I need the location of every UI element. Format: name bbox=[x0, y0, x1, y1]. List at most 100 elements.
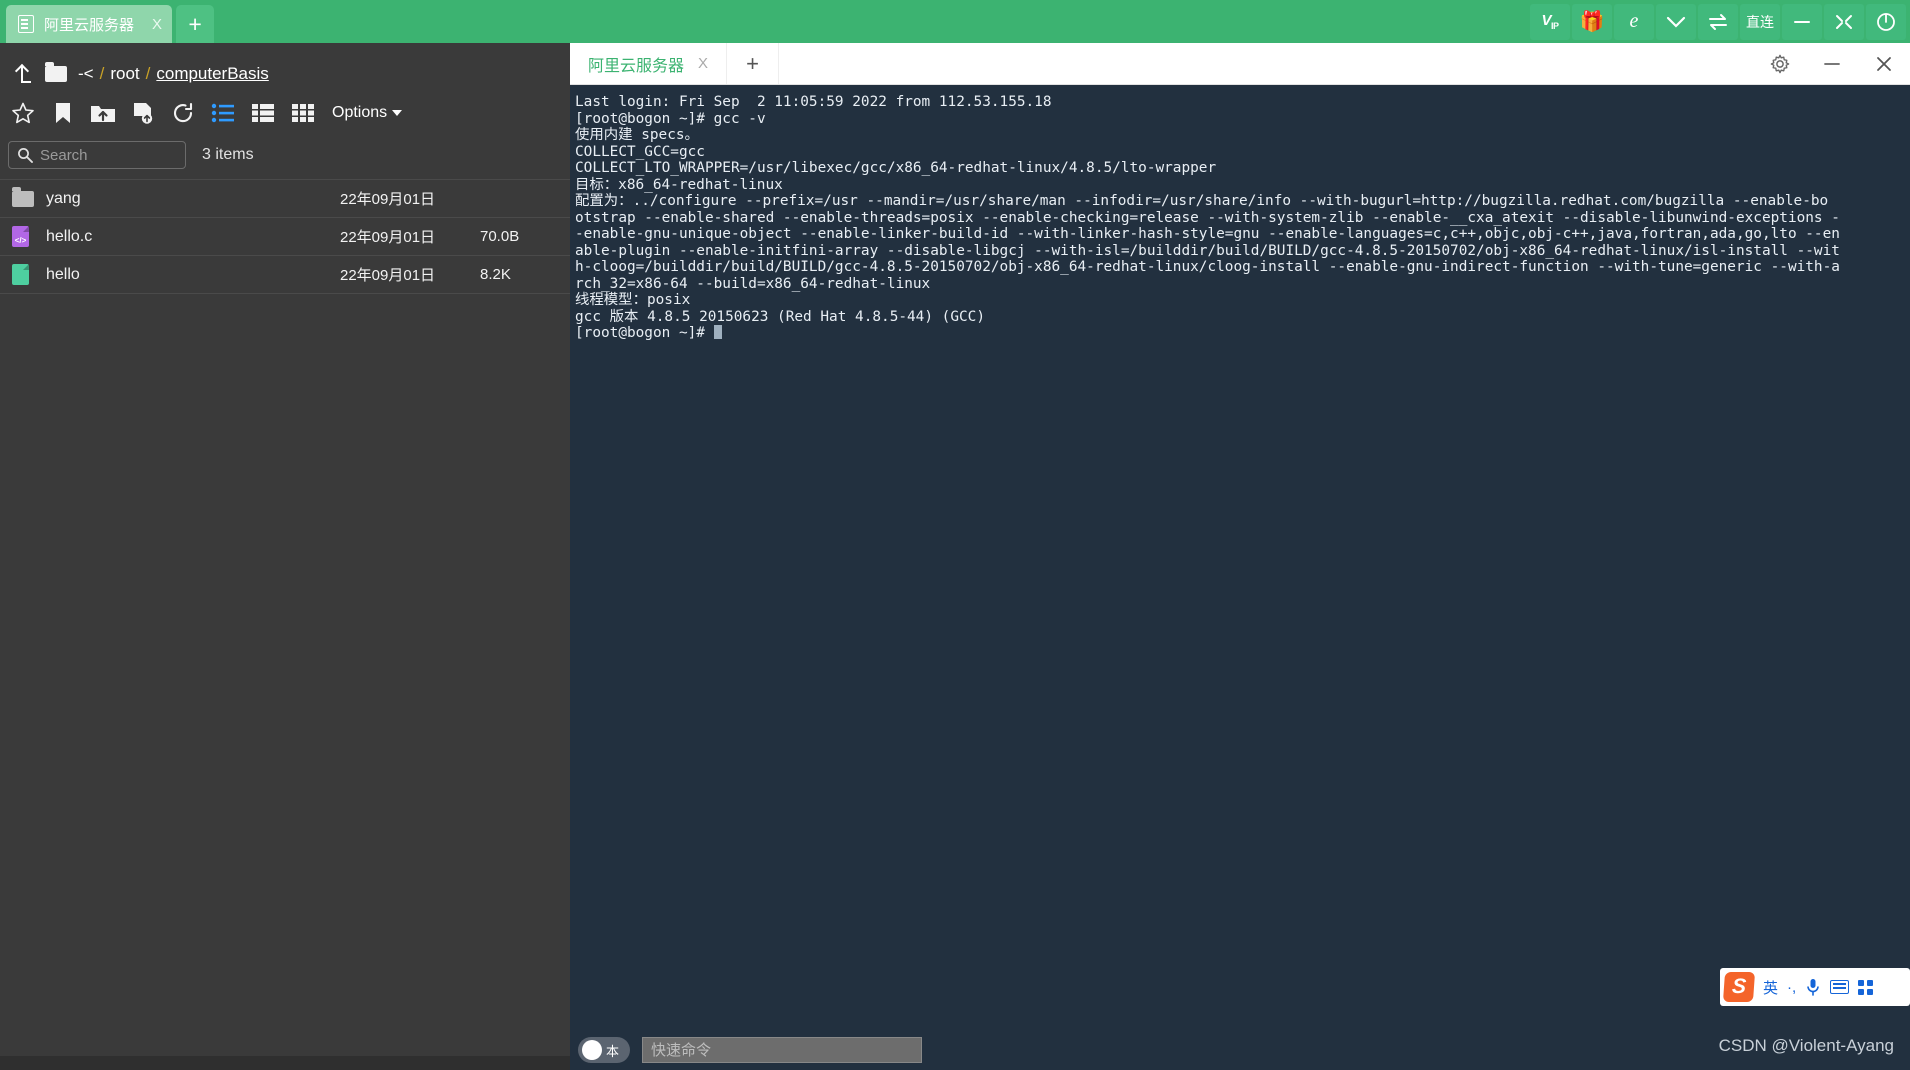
terminal-line: 使用内建 specs。 bbox=[575, 127, 699, 143]
status-strip bbox=[0, 1056, 570, 1070]
terminal-tab-aliyun[interactable]: 阿里云服务器 X bbox=[570, 43, 728, 84]
sogou-logo-icon: S bbox=[1722, 972, 1756, 1002]
terminal-line: able-plugin --enable-initfini-array --di… bbox=[575, 242, 1840, 259]
vip-button[interactable]: VIP bbox=[1530, 3, 1570, 40]
server-icon bbox=[18, 15, 34, 33]
file-name: hello bbox=[46, 265, 80, 283]
browser-icon: e bbox=[1629, 10, 1639, 32]
chevron-down-icon bbox=[1666, 16, 1686, 28]
terminal-line: 目标：x86_64-redhat-linux bbox=[575, 176, 783, 193]
breadcrumb-root[interactable]: root bbox=[110, 64, 139, 84]
terminal-tabbar: 阿里云服务器 X + bbox=[570, 43, 1910, 85]
file-date: 22年09月01日 bbox=[340, 191, 436, 208]
file-name: hello.c bbox=[46, 227, 93, 245]
browser-button[interactable]: e bbox=[1614, 3, 1654, 40]
vip-sub-label: IP bbox=[1551, 21, 1559, 31]
table-row[interactable]: </> hello.c 22年09月01日 70.0B bbox=[0, 218, 570, 256]
bin-file-icon bbox=[12, 264, 46, 285]
chevron-down-button[interactable] bbox=[1656, 3, 1696, 40]
options-dropdown[interactable]: Options bbox=[332, 104, 403, 122]
breadcrumb-current[interactable]: computerBasis bbox=[156, 64, 268, 84]
ime-menu-button[interactable] bbox=[1858, 979, 1874, 995]
terminal-output[interactable]: Last login: Fri Sep 2 11:05:59 2022 from… bbox=[570, 85, 1910, 1030]
breadcrumb-separator-1: / bbox=[99, 64, 105, 83]
maximize-icon bbox=[1836, 14, 1852, 29]
go-up-icon[interactable] bbox=[14, 63, 34, 85]
quick-command-bar: 本 bbox=[570, 1030, 1910, 1070]
breadcrumb: -< / root / computerBasis bbox=[0, 43, 570, 91]
app-tab-close-icon[interactable]: X bbox=[152, 17, 162, 32]
app-toolbar: VIP 🎁 e 直连 bbox=[1530, 0, 1906, 43]
ime-mode-button[interactable]: 英 bbox=[1763, 977, 1778, 998]
file-size: 70.0B bbox=[480, 228, 520, 245]
breadcrumb-prefix: -< bbox=[78, 64, 94, 83]
search-input[interactable] bbox=[40, 146, 170, 164]
detail-view-icon[interactable] bbox=[250, 100, 276, 126]
file-name: yang bbox=[46, 189, 81, 207]
gear-icon bbox=[1770, 54, 1790, 73]
toggle-knob bbox=[582, 1040, 602, 1060]
close-icon bbox=[1877, 56, 1891, 71]
terminal-line: 线程模型：posix bbox=[575, 292, 691, 308]
terminal-line: rch_32=x86-64 --build=x86_64-redhat-linu… bbox=[575, 275, 931, 292]
terminal-prompt-line: [root@bogon ~]# bbox=[575, 325, 1910, 342]
items-count-label: 3 items bbox=[202, 146, 254, 163]
new-file-icon[interactable] bbox=[130, 100, 156, 126]
app-tab-aliyun[interactable]: 阿里云服务器 X bbox=[6, 5, 173, 43]
terminal-cursor bbox=[713, 325, 722, 339]
power-icon bbox=[1877, 12, 1895, 31]
maximize-button[interactable] bbox=[1824, 3, 1864, 40]
transfer-icon bbox=[1709, 13, 1727, 30]
search-box[interactable] bbox=[8, 141, 186, 169]
new-tab-button[interactable]: + bbox=[176, 5, 215, 43]
quick-command-box[interactable] bbox=[642, 1037, 922, 1063]
terminal-line: otstrap --enable-shared --enable-threads… bbox=[575, 209, 1840, 226]
file-toolbar: Options bbox=[0, 91, 570, 135]
gift-icon: 🎁 bbox=[1579, 11, 1605, 33]
power-button[interactable] bbox=[1866, 3, 1906, 40]
terminal-line: COLLECT_LTO_WRAPPER=/usr/libexec/gcc/x86… bbox=[575, 160, 1217, 176]
terminal-tab-close-icon[interactable]: X bbox=[698, 55, 708, 72]
direct-connect-button[interactable]: 直连 bbox=[1740, 3, 1780, 40]
mic-icon bbox=[1807, 979, 1819, 996]
breadcrumb-separator-2: / bbox=[145, 64, 151, 83]
table-row[interactable]: hello 22年09月01日 8.2K bbox=[0, 256, 570, 294]
ime-voice-button[interactable] bbox=[1805, 978, 1821, 996]
keyboard-icon bbox=[1830, 980, 1850, 994]
ime-punctuation-button[interactable]: ·, bbox=[1787, 979, 1796, 996]
gift-button[interactable]: 🎁 bbox=[1572, 3, 1612, 40]
close-button[interactable] bbox=[1858, 43, 1910, 85]
terminal-prompt: [root@bogon ~]# bbox=[575, 325, 714, 341]
upload-folder-icon[interactable] bbox=[90, 100, 116, 126]
search-row: 3 items bbox=[0, 135, 570, 179]
terminal-tab-title: 阿里云服务器 bbox=[588, 57, 685, 75]
options-label: Options bbox=[332, 104, 388, 121]
minimize-icon bbox=[1824, 62, 1840, 65]
terminal-panel: 阿里云服务器 X + Last login: Fri Sep 2 11:05:5… bbox=[570, 43, 1910, 1070]
settings-button[interactable] bbox=[1754, 43, 1806, 85]
c-file-icon: </> bbox=[12, 226, 46, 247]
transfer-button[interactable] bbox=[1698, 3, 1738, 40]
terminal-line: 配置为：../configure --prefix=/usr --mandir=… bbox=[575, 193, 1829, 209]
toggle-label: 本 bbox=[606, 1043, 620, 1059]
local-mode-toggle[interactable]: 本 bbox=[578, 1037, 630, 1063]
ime-keyboard-button[interactable] bbox=[1830, 980, 1850, 994]
chevron-down-icon bbox=[392, 110, 403, 116]
search-icon bbox=[18, 148, 33, 163]
table-row[interactable]: yang 22年09月01日 bbox=[0, 180, 570, 218]
refresh-icon[interactable] bbox=[170, 100, 196, 126]
minimize-button[interactable] bbox=[1782, 3, 1822, 40]
grid-icon bbox=[1858, 979, 1874, 995]
quick-command-input[interactable] bbox=[651, 1041, 913, 1059]
terminal-new-tab-button[interactable]: + bbox=[727, 43, 780, 84]
grid-view-icon[interactable] bbox=[290, 100, 316, 126]
direct-connect-label: 直连 bbox=[1746, 13, 1774, 30]
folder-icon bbox=[12, 186, 46, 207]
list-view-icon[interactable] bbox=[210, 100, 236, 126]
sogou-ime-bar: S 英 ·, bbox=[1720, 968, 1910, 1006]
watermark-label: CSDN @Violent-Ayang bbox=[1718, 1036, 1894, 1055]
file-date: 22年09月01日 bbox=[340, 229, 436, 246]
minimize-button[interactable] bbox=[1806, 43, 1858, 85]
bookmark-icon[interactable] bbox=[50, 100, 76, 126]
star-icon[interactable] bbox=[10, 100, 36, 126]
